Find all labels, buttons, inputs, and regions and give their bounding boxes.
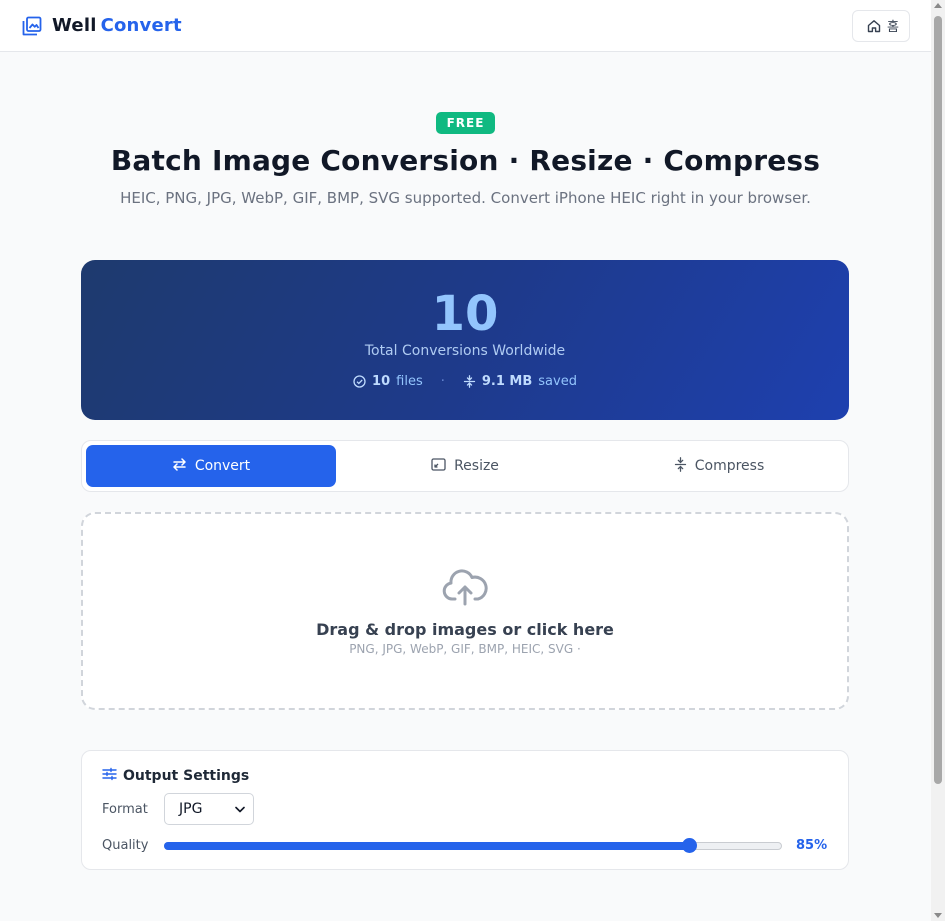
quality-slider[interactable] [164, 837, 782, 853]
quality-label: Quality [102, 837, 149, 853]
stats-meta: 10 files · 9.1 MB saved [81, 374, 849, 389]
stats-card: 10 Total Conversions Worldwide 10 files … [81, 260, 849, 420]
files-label: files [396, 374, 423, 389]
hero-section: FREE Batch Image Conversion · Resize · C… [0, 112, 931, 207]
tab-resize-label: Resize [454, 458, 499, 474]
tab-compress-label: Compress [694, 458, 765, 474]
format-label: Format [102, 801, 148, 817]
quality-row: Quality 85% [102, 837, 828, 853]
saved-label: saved [538, 374, 577, 389]
compress-icon [463, 375, 476, 388]
output-settings-heading: Output Settings [102, 767, 828, 785]
compress-icon [674, 456, 687, 476]
dropzone-formats: PNG, JPG, WebP, GIF, BMP, HEIC, SVG · [349, 642, 581, 656]
brand-word-convert: Convert [100, 15, 182, 36]
dropzone-title: Drag & drop images or click here [316, 620, 614, 639]
tab-resize[interactable]: Resize [340, 445, 590, 487]
home-icon [867, 19, 881, 33]
scrollbar-thumb[interactable] [934, 16, 942, 784]
stats-separator: · [440, 374, 445, 389]
scroll-up-arrow-icon[interactable] [934, 3, 942, 8]
brand-word-well: Well [52, 15, 97, 36]
total-conversions-count: 10 [431, 286, 499, 342]
image-dropzone[interactable]: Drag & drop images or click here PNG, JP… [81, 512, 849, 710]
tab-convert-label: Convert [194, 458, 251, 474]
page-scrollbar[interactable] [931, 0, 945, 921]
page-subtitle: HEIC, PNG, JPG, WebP, GIF, BMP, SVG supp… [120, 189, 811, 207]
format-select[interactable]: JPG [164, 793, 254, 825]
mode-tabs: Convert Resize Compress [81, 440, 849, 492]
home-button-label: 홈 [887, 20, 899, 35]
arrows-exchange-icon [172, 457, 187, 475]
total-conversions-label: Total Conversions Worldwide [364, 343, 566, 359]
tab-convert[interactable]: Convert [86, 445, 336, 487]
sliders-icon [102, 767, 117, 785]
format-select-value: JPG [179, 801, 203, 817]
quality-percent: 85% [796, 837, 828, 853]
home-button[interactable]: 홈 [852, 9, 910, 42]
brand-name: Well Convert [52, 15, 182, 36]
top-header: Well Convert 홈 [0, 0, 931, 52]
scroll-down-arrow-icon[interactable] [934, 913, 942, 918]
cloud-upload-icon [442, 568, 488, 608]
gallery-logo-icon [22, 16, 42, 36]
resize-icon [431, 457, 446, 475]
brand[interactable]: Well Convert [22, 15, 182, 36]
output-settings-panel: Output Settings Format JPG Quality 85% [81, 750, 849, 870]
format-row: Format JPG [102, 793, 828, 825]
chevron-down-icon [235, 801, 245, 817]
output-settings-title: Output Settings [123, 768, 250, 784]
files-count: 10 [372, 374, 391, 389]
check-circle-icon [353, 375, 366, 388]
tab-compress[interactable]: Compress [594, 445, 844, 487]
page-title: Batch Image Conversion · Resize · Compre… [110, 144, 821, 177]
saved-amount: 9.1 MB [481, 374, 533, 389]
free-badge: FREE [435, 112, 496, 134]
quality-slider-handle[interactable] [682, 838, 698, 853]
quality-slider-fill [164, 842, 690, 850]
